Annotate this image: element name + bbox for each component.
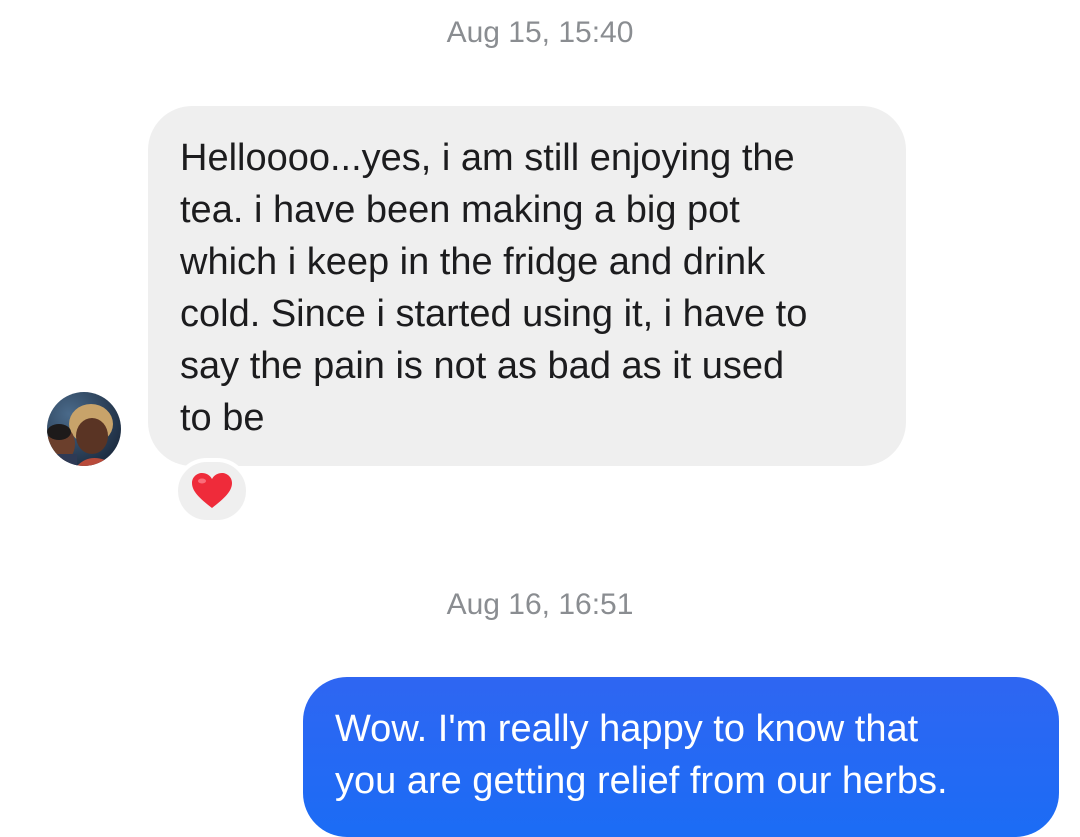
incoming-message-bubble[interactable]: Helloooo...yes, i am still enjoying the … — [148, 106, 906, 466]
message-line: Helloooo...yes, i am still enjoying the — [180, 137, 795, 179]
message-line: which i keep in the fridge and drink — [180, 241, 766, 283]
message-line: Wow. I'm really happy to know that — [335, 708, 919, 750]
heart-icon — [192, 473, 232, 508]
message-line: to be — [180, 397, 265, 439]
message-line: you are getting relief from our herbs. — [335, 760, 948, 802]
timestamp-aug-16: Aug 16, 16:51 — [446, 588, 634, 621]
timestamp-aug-15: Aug 15, 15:40 — [446, 16, 634, 49]
message-line: tea. i have been making a big pot — [180, 189, 740, 231]
avatar-photo-icon — [47, 392, 121, 466]
heart-reaction[interactable] — [174, 458, 250, 524]
contact-avatar[interactable] — [47, 392, 121, 466]
message-line: say the pain is not as bad as it used — [180, 345, 785, 387]
outgoing-message-bubble[interactable]: Wow. I'm really happy to know that you a… — [303, 677, 1059, 837]
message-line: cold. Since i started using it, i have t… — [180, 293, 808, 335]
